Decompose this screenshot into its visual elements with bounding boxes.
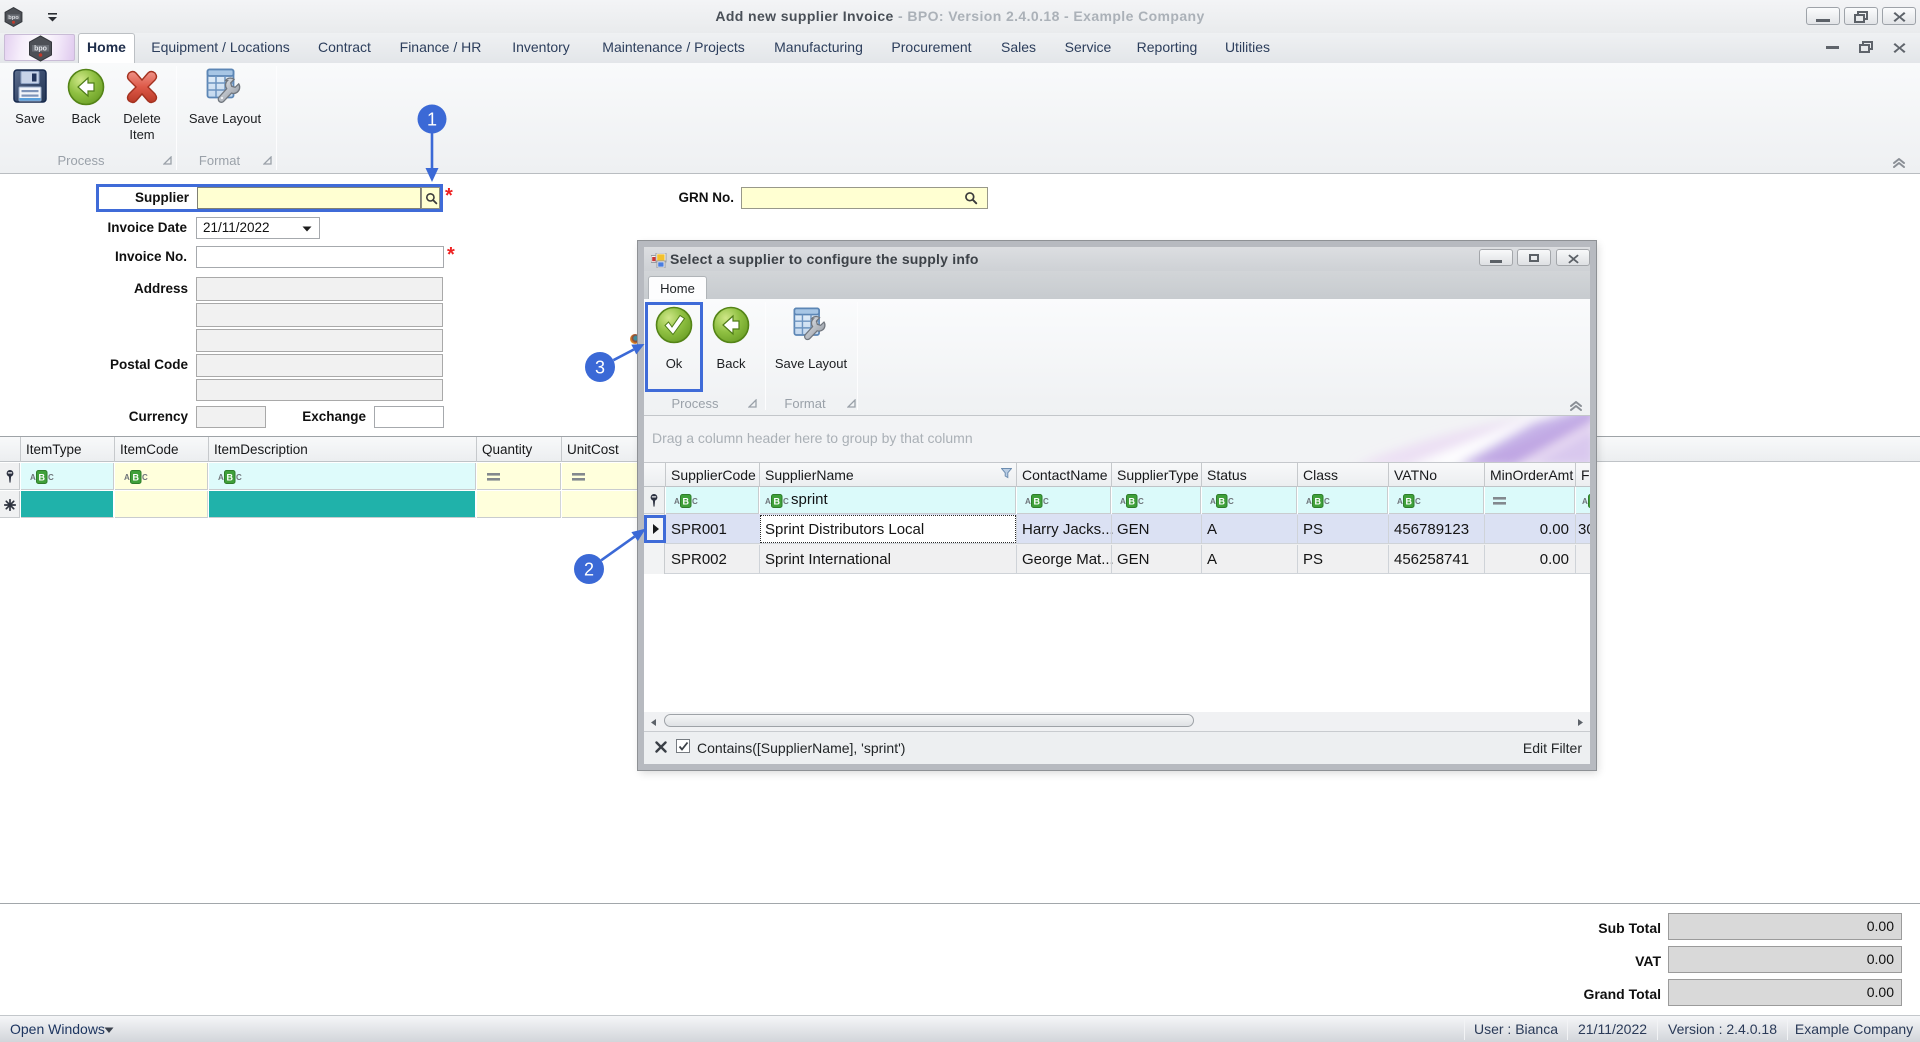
svg-text:bpo: bpo <box>34 46 47 53</box>
